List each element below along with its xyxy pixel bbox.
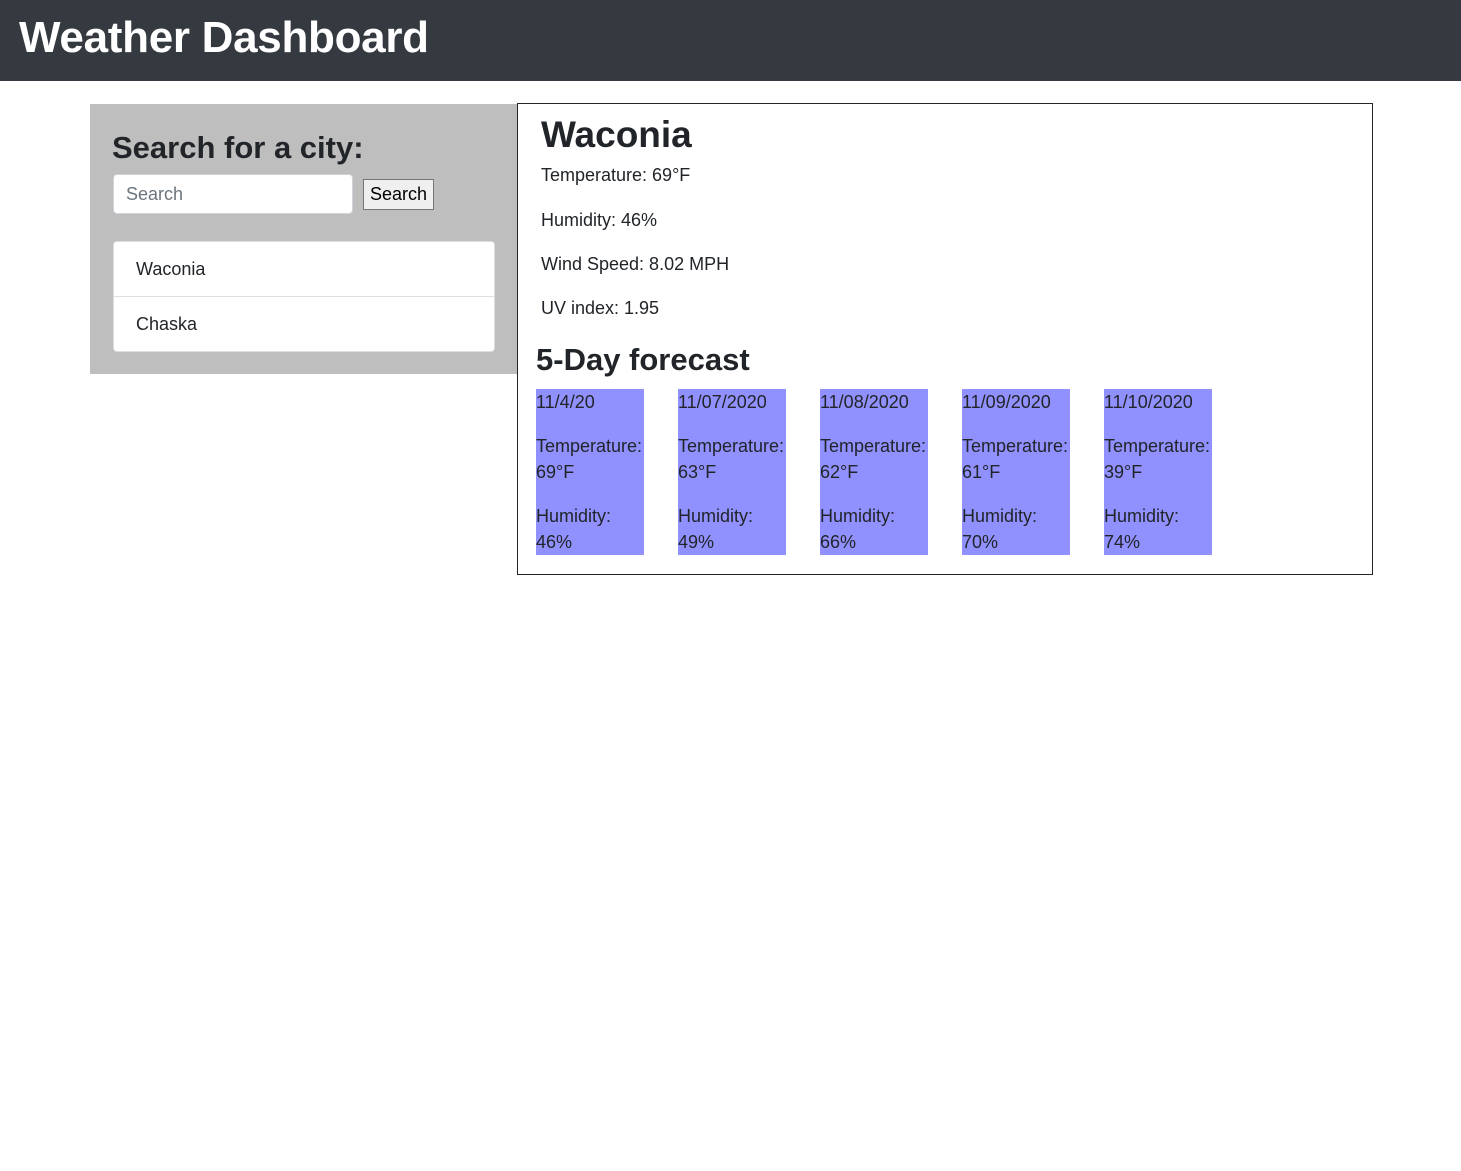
forecast-humidity: Humidity: 74% [1104, 506, 1180, 552]
search-input[interactable] [113, 174, 353, 214]
forecast-card: 11/08/2020 Temperature: 62°F Humidity: 6… [820, 389, 928, 555]
current-temperature: Temperature: 69°F [541, 165, 691, 185]
search-heading: Search for a city: [112, 130, 364, 165]
history-item-chaska[interactable]: Chaska [114, 296, 494, 350]
forecast-card: 11/10/2020 Temperature: 39°F Humidity: 7… [1104, 389, 1212, 555]
weather-panel: Waconia Temperature: 69°F Humidity: 46% … [517, 103, 1373, 575]
forecast-date: 11/07/2020 [678, 392, 767, 412]
app-title: Weather Dashboard [19, 13, 429, 62]
forecast-temperature: Temperature: 62°F [820, 436, 927, 482]
navbar: Weather Dashboard [0, 0, 1461, 81]
current-city-name: Waconia [541, 114, 692, 155]
forecast-card: 11/07/2020 Temperature: 63°F Humidity: 4… [678, 389, 786, 555]
forecast-temperature: Temperature: 63°F [678, 436, 785, 482]
forecast-temperature: Temperature: 69°F [536, 436, 643, 482]
history-item-waconia[interactable]: Waconia [114, 242, 494, 296]
forecast-date: 11/08/2020 [820, 392, 909, 412]
search-button[interactable]: Search [363, 179, 434, 210]
search-history-list: Waconia Chaska [113, 241, 495, 352]
forecast-card: 11/4/20 Temperature: 69°F Humidity: 46% [536, 389, 644, 555]
forecast-temperature: Temperature: 61°F [962, 436, 1069, 482]
forecast-humidity: Humidity: 66% [820, 506, 896, 552]
forecast-date: 11/09/2020 [962, 392, 1051, 412]
forecast-date: 11/10/2020 [1104, 392, 1193, 412]
current-uv-index: UV index: 1.95 [541, 298, 660, 318]
current-wind-speed: Wind Speed: 8.02 MPH [541, 254, 730, 274]
current-humidity: Humidity: 46% [541, 210, 658, 230]
forecast-temperature: Temperature: 39°F [1104, 436, 1211, 482]
forecast-humidity: Humidity: 70% [962, 506, 1038, 552]
forecast-humidity: Humidity: 46% [536, 506, 612, 552]
forecast-date: 11/4/20 [536, 392, 595, 412]
forecast-card: 11/09/2020 Temperature: 61°F Humidity: 7… [962, 389, 1070, 555]
forecast-title: 5-Day forecast [536, 342, 750, 377]
forecast-humidity: Humidity: 49% [678, 506, 754, 552]
search-panel: Search for a city: Search Waconia Chaska [90, 104, 518, 374]
